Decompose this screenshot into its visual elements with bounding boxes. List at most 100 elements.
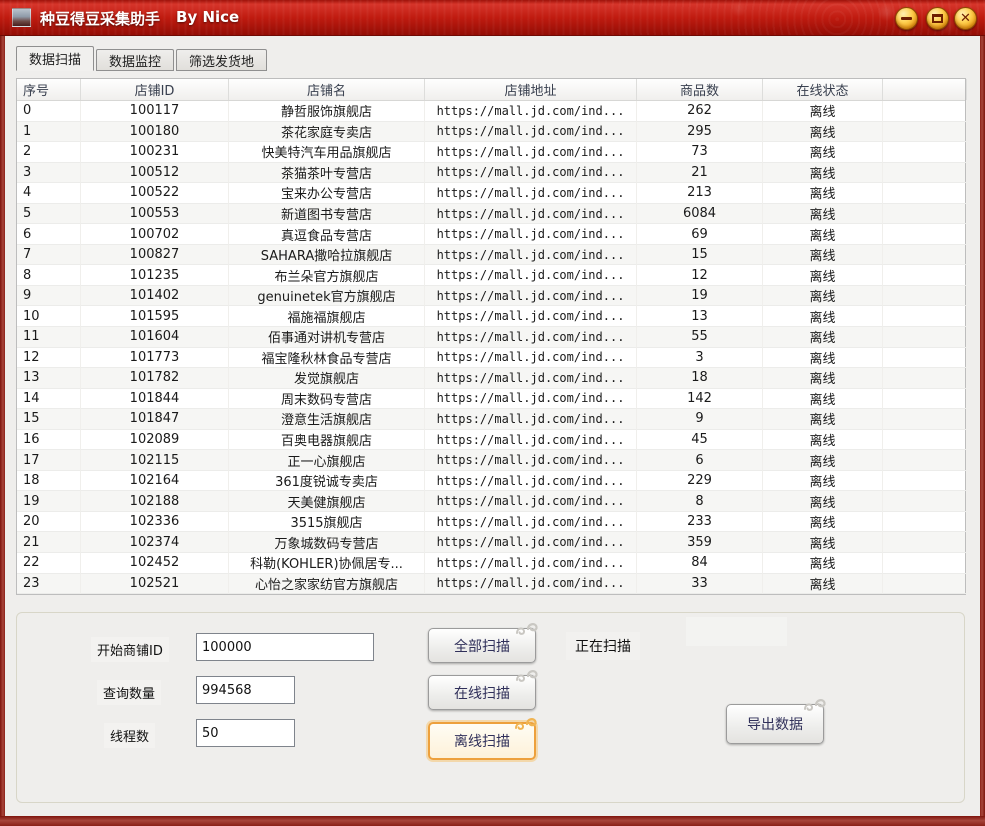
table-cell: 100512 <box>81 163 229 184</box>
table-cell: 6 <box>17 224 81 245</box>
table-row[interactable]: 8101235布兰朵官方旗舰店https://mall.jd.com/ind..… <box>17 265 965 286</box>
tab-2[interactable]: 筛选发货地 <box>176 49 267 71</box>
table-cell: 102188 <box>81 491 229 512</box>
table-cell: 8 <box>17 265 81 286</box>
table-row[interactable]: 201023363515旗舰店https://mall.jd.com/ind..… <box>17 512 965 533</box>
swirl-ornament-icon <box>512 715 540 734</box>
table-cell: https://mall.jd.com/ind... <box>425 306 637 327</box>
table-cell: 离线 <box>763 224 883 245</box>
table-cell <box>883 389 967 410</box>
table-cell: 离线 <box>763 101 883 122</box>
minimize-button[interactable] <box>895 7 918 30</box>
scan-offline-button[interactable]: 离线扫描 <box>428 722 536 760</box>
table-cell <box>883 471 967 492</box>
table-row[interactable]: 16102089百奥电器旗舰店https://mall.jd.com/ind..… <box>17 430 965 451</box>
table-row[interactable]: 14101844周末数码专营店https://mall.jd.com/ind..… <box>17 389 965 410</box>
table-cell: 6084 <box>637 204 763 225</box>
table-cell: https://mall.jd.com/ind... <box>425 245 637 266</box>
table-cell: 真逗食品专营店 <box>229 224 425 245</box>
table-cell: 21 <box>17 532 81 553</box>
table-row[interactable]: 3100512茶猫茶叶专营店https://mall.jd.com/ind...… <box>17 163 965 184</box>
table-cell: https://mall.jd.com/ind... <box>425 122 637 143</box>
table-cell: 1 <box>17 122 81 143</box>
table-cell: 离线 <box>763 512 883 533</box>
table-cell: 100522 <box>81 183 229 204</box>
table-cell: 33 <box>637 574 763 595</box>
table-row[interactable]: 15101847澄意生活旗舰店https://mall.jd.com/ind..… <box>17 409 965 430</box>
table-cell: 新道图书专营店 <box>229 204 425 225</box>
table-cell: 佰事通对讲机专营店 <box>229 327 425 348</box>
table-cell: 科勒(KOHLER)协佩居专... <box>229 553 425 574</box>
table-cell <box>883 532 967 553</box>
table-row[interactable]: 10101595福施福旗舰店https://mall.jd.com/ind...… <box>17 306 965 327</box>
export-data-label: 导出数据 <box>747 714 803 734</box>
table-row[interactable]: 11101604佰事通对讲机专营店https://mall.jd.com/ind… <box>17 327 965 348</box>
close-button[interactable]: ✕ <box>954 7 977 30</box>
table-cell: 4 <box>17 183 81 204</box>
table-row[interactable]: 4100522宝来办公专营店https://mall.jd.com/ind...… <box>17 183 965 204</box>
table-cell: 离线 <box>763 265 883 286</box>
table-cell <box>883 101 967 122</box>
export-data-button[interactable]: 导出数据 <box>726 704 824 744</box>
table-row[interactable]: 17102115正一心旗舰店https://mall.jd.com/ind...… <box>17 450 965 471</box>
table-row[interactable]: 22102452科勒(KOHLER)协佩居专...https://mall.jd… <box>17 553 965 574</box>
start-shop-id-input[interactable] <box>196 633 374 661</box>
tab-0[interactable]: 数据扫描 <box>16 46 94 71</box>
table-row[interactable]: 6100702真逗食品专营店https://mall.jd.com/ind...… <box>17 224 965 245</box>
table-row[interactable]: 19102188天美健旗舰店https://mall.jd.com/ind...… <box>17 491 965 512</box>
table-cell <box>883 450 967 471</box>
thread-count-input[interactable] <box>196 719 295 747</box>
table-cell: 101773 <box>81 348 229 369</box>
table-row[interactable]: 2100231快美特汽车用品旗舰店https://mall.jd.com/ind… <box>17 142 965 163</box>
table-cell: https://mall.jd.com/ind... <box>425 409 637 430</box>
column-header-3[interactable]: 店铺地址 <box>425 79 637 100</box>
table-cell <box>883 265 967 286</box>
table-cell: 20 <box>17 512 81 533</box>
table-cell: 45 <box>637 430 763 451</box>
table-cell: 102521 <box>81 574 229 595</box>
table-cell: 233 <box>637 512 763 533</box>
query-count-input[interactable] <box>196 676 295 704</box>
table-cell: 3 <box>17 163 81 184</box>
table-row[interactable]: 18102164361度锐诚专卖店https://mall.jd.com/ind… <box>17 471 965 492</box>
table-cell: 22 <box>17 553 81 574</box>
column-header-1[interactable]: 店铺ID <box>81 79 229 100</box>
table-row[interactable]: 21102374万象城数码专营店https://mall.jd.com/ind.… <box>17 532 965 553</box>
table-cell: https://mall.jd.com/ind... <box>425 389 637 410</box>
table-row[interactable]: 7100827SAHARA撒哈拉旗舰店https://mall.jd.com/i… <box>17 245 965 266</box>
table-cell: 18 <box>637 368 763 389</box>
table-row[interactable]: 0100117静哲服饰旗舰店https://mall.jd.com/ind...… <box>17 101 965 122</box>
table-cell: https://mall.jd.com/ind... <box>425 183 637 204</box>
table-cell: 11 <box>17 327 81 348</box>
column-header-0[interactable]: 序号 <box>17 79 81 100</box>
table-cell: 18 <box>17 471 81 492</box>
table-cell: genuinetek官方旗舰店 <box>229 286 425 307</box>
maximize-icon <box>932 14 943 23</box>
table-cell <box>883 306 967 327</box>
column-header-6[interactable] <box>883 79 967 100</box>
table-cell: https://mall.jd.com/ind... <box>425 368 637 389</box>
table-row[interactable]: 1100180茶花家庭专卖店https://mall.jd.com/ind...… <box>17 122 965 143</box>
table-row[interactable]: 5100553新道图书专营店https://mall.jd.com/ind...… <box>17 204 965 225</box>
table-cell <box>883 245 967 266</box>
maximize-button[interactable] <box>926 7 949 30</box>
scan-online-label: 在线扫描 <box>454 683 510 703</box>
table-cell: https://mall.jd.com/ind... <box>425 512 637 533</box>
table-row[interactable]: 9101402genuinetek官方旗舰店https://mall.jd.co… <box>17 286 965 307</box>
swirl-ornament-icon <box>513 620 541 639</box>
tab-1[interactable]: 数据监控 <box>96 49 174 71</box>
column-header-4[interactable]: 商品数 <box>637 79 763 100</box>
table-cell: 福宝隆秋林食品专营店 <box>229 348 425 369</box>
swirl-ornament-icon <box>801 696 829 715</box>
column-header-5[interactable]: 在线状态 <box>763 79 883 100</box>
scan-all-button[interactable]: 全部扫描 <box>428 628 536 663</box>
table-cell <box>883 122 967 143</box>
scan-online-button[interactable]: 在线扫描 <box>428 675 536 710</box>
table-row[interactable]: 13101782发觉旗舰店https://mall.jd.com/ind...1… <box>17 368 965 389</box>
table-row[interactable]: 12101773福宝隆秋林食品专营店https://mall.jd.com/in… <box>17 348 965 369</box>
table-cell: 102164 <box>81 471 229 492</box>
table-row[interactable]: 23102521心怡之家家纺官方旗舰店https://mall.jd.com/i… <box>17 574 965 595</box>
column-header-2[interactable]: 店铺名 <box>229 79 425 100</box>
table-cell: 离线 <box>763 306 883 327</box>
table-cell: 快美特汽车用品旗舰店 <box>229 142 425 163</box>
